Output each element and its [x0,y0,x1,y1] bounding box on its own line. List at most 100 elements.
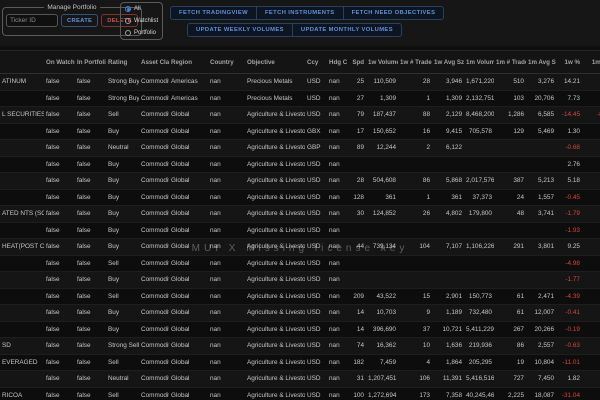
cell-on_watchlist[interactable]: false [44,243,75,250]
table-row[interactable]: falsefalseBuyCommodityGlobalnanAgricultu… [0,157,600,174]
cell-m_avg[interactable]: 10,804 [526,359,556,366]
cell-m_pct[interactable]: -4 [582,243,600,250]
cell-w_avg[interactable]: 1,636 [432,342,464,349]
cell-hdg_ccy[interactable]: nan [327,342,347,349]
cell-objective[interactable]: Agriculture & Livestock [245,326,305,333]
cell-m_volume[interactable]: 37,373 [464,194,494,201]
cell-w_pct[interactable]: 7.73 [556,95,582,102]
cell-hdg_ccy[interactable]: nan [327,177,347,184]
cell-hdg_ccy[interactable]: nan [327,161,347,168]
cell-ccy[interactable]: USD [305,375,327,382]
cell-w_pct[interactable]: -0.19 [556,326,582,333]
cell-w_volume[interactable]: 43,522 [366,293,398,300]
header-cell-objective[interactable]: Objective [245,59,305,66]
cell-m_volume[interactable]: 205,295 [464,359,494,366]
cell-w_trades[interactable]: 28 [398,78,432,85]
cell-m_pct[interactable]: 1 [582,375,600,382]
header-cell-w_avg[interactable]: 1w Avg Sz [432,59,464,66]
table-row[interactable]: falsefalseBuyCommodityGlobalnanAgricultu… [0,305,600,322]
table-row[interactable]: falsefalseStrong BuyCommodityAmericasnan… [0,91,600,108]
table-row[interactable]: falsefalseSellCommodityGlobalnanAgricult… [0,289,600,306]
cell-m_volume[interactable]: 40,245,468 [464,392,494,399]
cell-m_pct[interactable]: -1 [582,359,600,366]
table-row[interactable]: falsefalseBuyCommodityGlobalnanAgricultu… [0,272,600,289]
cell-name[interactable]: RICOA [0,392,44,399]
cell-region[interactable]: Global [169,111,208,118]
cell-w_pct[interactable]: -4.39 [556,293,582,300]
cell-w_trades[interactable]: 10 [398,342,432,349]
cell-asset_class[interactable]: Commodity [139,128,169,135]
cell-hdg_ccy[interactable]: nan [327,276,347,283]
cell-rating[interactable]: Sell [106,293,139,300]
cell-asset_class[interactable]: Commodity [139,194,169,201]
cell-w_avg[interactable]: 3,946 [432,78,464,85]
cell-m_avg[interactable]: 20,266 [526,326,556,333]
cell-region[interactable]: Global [169,375,208,382]
cell-w_trades[interactable]: 37 [398,326,432,333]
cell-w_pct[interactable]: 9.25 [556,243,582,250]
cell-w_pct[interactable]: -0.63 [556,342,582,349]
cell-w_avg[interactable]: 7,107 [432,243,464,250]
header-cell-on_watchlist[interactable]: On Watchlist [44,59,75,66]
cell-spd[interactable]: 31 [347,375,366,382]
cell-asset_class[interactable]: Commodity [139,342,169,349]
cell-asset_class[interactable]: Commodity [139,375,169,382]
cell-w_trades[interactable]: 106 [398,375,432,382]
cell-objective[interactable]: Agriculture & Livestock [245,177,305,184]
create-button[interactable]: CREATE [61,14,98,27]
cell-country[interactable]: nan [208,326,245,333]
cell-spd[interactable]: 89 [347,144,366,151]
cell-w_pct[interactable]: -1.93 [556,227,582,234]
cell-m_trades[interactable]: 267 [494,326,526,333]
cell-w_volume[interactable]: 7,459 [366,359,398,366]
cell-w_volume[interactable]: 504,608 [366,177,398,184]
cell-w_avg[interactable]: 11,391 [432,375,464,382]
cell-in_portfolio[interactable]: false [75,177,106,184]
cell-region[interactable]: Global [169,326,208,333]
cell-objective[interactable]: Agriculture & Livestock [245,375,305,382]
cell-in_portfolio[interactable]: false [75,326,106,333]
cell-spd[interactable]: 74 [347,342,366,349]
cell-on_watchlist[interactable]: false [44,177,75,184]
cell-region[interactable]: Global [169,161,208,168]
cell-asset_class[interactable]: Commodity [139,78,169,85]
cell-w_avg[interactable]: 361 [432,194,464,201]
cell-m_avg[interactable]: 2,557 [526,342,556,349]
cell-ccy[interactable]: USD [305,78,327,85]
cell-in_portfolio[interactable]: false [75,392,106,399]
cell-country[interactable]: nan [208,243,245,250]
cell-region[interactable]: Global [169,227,208,234]
cell-hdg_ccy[interactable]: nan [327,128,347,135]
cell-asset_class[interactable]: Commodity [139,227,169,234]
cell-ccy[interactable]: USD [305,342,327,349]
cell-region[interactable]: Global [169,210,208,217]
cell-ccy[interactable]: GBX [305,128,327,135]
cell-in_portfolio[interactable]: false [75,342,106,349]
cell-w_trades[interactable]: 15 [398,293,432,300]
cell-on_watchlist[interactable]: false [44,128,75,135]
filter-radio-portfolio[interactable]: Portfolio [125,30,158,36]
cell-rating[interactable]: Strong Buy [106,78,139,85]
cell-region[interactable]: Americas [169,95,208,102]
cell-m_trades[interactable]: 86 [494,342,526,349]
cell-on_watchlist[interactable]: false [44,78,75,85]
cell-region[interactable]: Global [169,293,208,300]
cell-name[interactable]: SD [0,342,44,349]
cell-ccy[interactable]: USD [305,326,327,333]
cell-objective[interactable]: Agriculture & Livestock [245,144,305,151]
cell-w_volume[interactable]: 124,852 [366,210,398,217]
cell-name[interactable]: ATED NTS (SOYBEA... [0,210,44,217]
cell-m_trades[interactable]: 19 [494,359,526,366]
cell-objective[interactable]: Agriculture & Livestock [245,227,305,234]
cell-m_trades[interactable]: 1,286 [494,111,526,118]
cell-w_avg[interactable]: 7,358 [432,392,464,399]
cell-w_pct[interactable]: -0.68 [556,144,582,151]
cell-w_pct[interactable]: -0.41 [556,309,582,316]
filter-radio-watchlist[interactable]: Watchlist [125,18,158,24]
cell-region[interactable]: Global [169,144,208,151]
cell-w_volume[interactable]: 1,309 [366,95,398,102]
cell-m_trades[interactable]: 727 [494,375,526,382]
cell-country[interactable]: nan [208,276,245,283]
cell-on_watchlist[interactable]: false [44,359,75,366]
cell-in_portfolio[interactable]: false [75,243,106,250]
